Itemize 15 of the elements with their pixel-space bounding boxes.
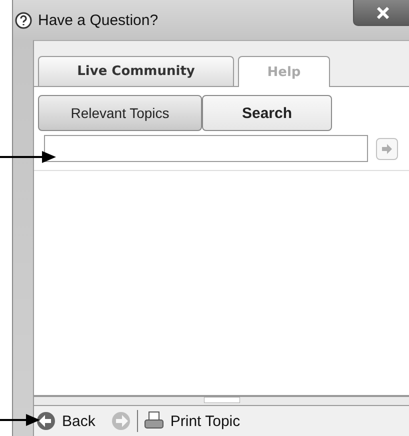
subtab[interactable]: Search bbox=[202, 95, 332, 131]
arrow-right-icon bbox=[381, 144, 393, 154]
subtab[interactable]: Relevant Topics bbox=[38, 95, 202, 131]
back-button[interactable]: Back bbox=[36, 411, 96, 431]
annotation-arrow bbox=[0, 414, 42, 426]
window-title: Have a Question? bbox=[38, 12, 158, 28]
annotation-arrow bbox=[0, 151, 58, 163]
help-icon bbox=[15, 12, 32, 28]
close-button[interactable] bbox=[353, 0, 409, 26]
printer-icon bbox=[144, 411, 164, 431]
close-icon bbox=[376, 7, 390, 19]
print-button[interactable]: Print Topic bbox=[144, 411, 240, 431]
search-field[interactable] bbox=[44, 135, 368, 162]
splitter-grip[interactable] bbox=[204, 397, 240, 403]
tab[interactable]: Live Community bbox=[38, 56, 234, 86]
